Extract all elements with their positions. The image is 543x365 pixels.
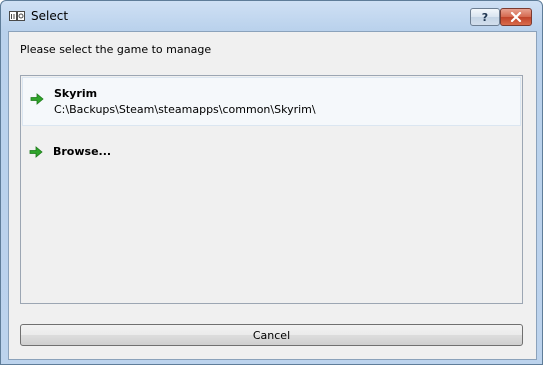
game-list[interactable]: Skyrim C:\Backups\Steam\steamapps\common… [20, 75, 523, 304]
close-icon [510, 12, 522, 22]
help-button[interactable]: ? [470, 8, 500, 26]
select-dialog: Select ? Please select the game to manag… [0, 0, 543, 365]
browse-label: Browse... [53, 145, 112, 158]
dialog-body: Please select the game to manage Skyrim … [8, 31, 537, 360]
window-title: Select [31, 9, 69, 23]
title-bar[interactable]: Select ? [1, 1, 542, 31]
mo-app-icon [9, 11, 25, 21]
close-button[interactable] [500, 8, 532, 26]
browse-item[interactable]: Browse... [22, 139, 521, 165]
game-path: C:\Backups\Steam\steamapps\common\Skyrim… [54, 103, 316, 116]
game-name: Skyrim [54, 87, 98, 100]
green-arrow-icon [30, 93, 44, 105]
game-item-skyrim[interactable]: Skyrim C:\Backups\Steam\steamapps\common… [22, 77, 521, 126]
help-icon: ? [481, 10, 489, 24]
cancel-button[interactable]: Cancel [20, 324, 523, 346]
prompt-label: Please select the game to manage [20, 43, 212, 56]
green-arrow-icon [29, 146, 43, 158]
